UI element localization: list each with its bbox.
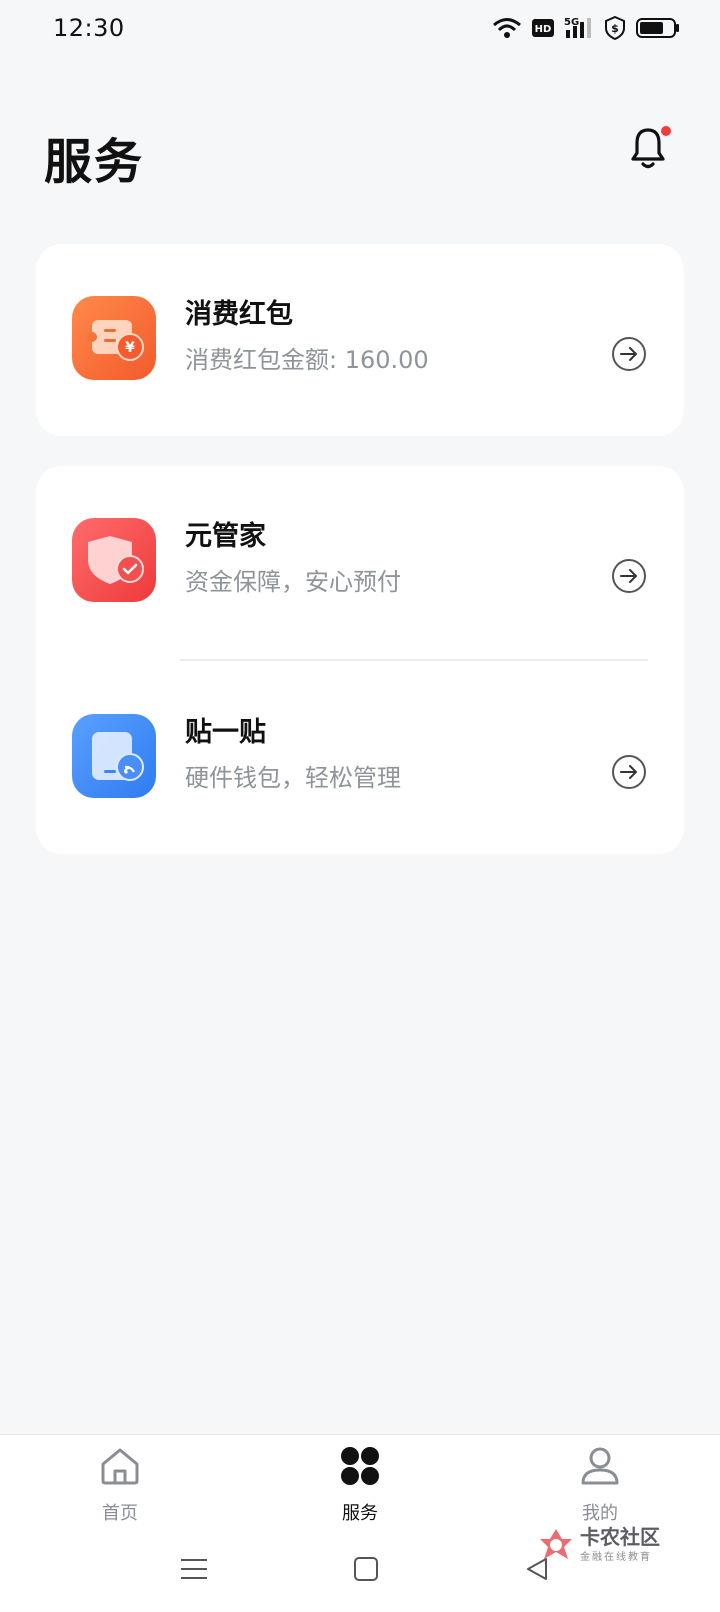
svg-text:$: $	[611, 22, 619, 35]
nfc-card-icon	[72, 714, 156, 798]
tap-subtitle: 硬件钱包，轻松管理	[185, 764, 401, 792]
status-time: 12:30	[53, 14, 125, 42]
watermark-subtitle: 金融在线教育	[580, 1552, 652, 1563]
menu-icon	[181, 1559, 207, 1579]
tap-title: 贴一贴	[185, 717, 266, 748]
steward-title: 元管家	[185, 521, 266, 552]
consumption-arrow-button[interactable]	[612, 337, 646, 371]
home-system-button[interactable]	[353, 1556, 379, 1586]
home-icon	[101, 1448, 139, 1485]
watermark-logo-icon	[540, 1528, 572, 1559]
user-icon	[581, 1447, 619, 1485]
red-envelope-icon: ¥	[72, 296, 156, 380]
consumption-card: ¥ 消费红包 消费红包金额: 160.00	[36, 244, 684, 436]
battery-icon	[636, 18, 679, 38]
consumption-title: 消费红包	[185, 299, 293, 330]
services-card: 元管家 资金保障，安心预付 贴一贴 硬件钱包，轻松管理	[36, 466, 684, 854]
watermark-title: 卡农社区	[580, 1525, 660, 1549]
steward-item[interactable]: 元管家 资金保障，安心预付	[36, 496, 684, 626]
nav-services-label: 服务	[342, 1503, 378, 1524]
hd-label: HD	[535, 24, 552, 35]
nav-mine[interactable]: 我的	[540, 1445, 660, 1525]
divider	[180, 659, 648, 661]
steward-arrow-button[interactable]	[612, 559, 646, 593]
hd-icon: HD	[532, 19, 554, 37]
nav-services[interactable]: 服务	[300, 1445, 420, 1525]
yen-badge: ¥	[125, 340, 135, 356]
status-bar: 12:30 HD 5G $	[0, 0, 720, 64]
watermark: 卡农社区 金融在线教育	[538, 1526, 660, 1563]
nav-home[interactable]: 首页	[60, 1445, 180, 1525]
notification-button[interactable]	[629, 124, 671, 170]
arrow-right-icon	[620, 569, 637, 583]
square-icon	[354, 1557, 378, 1581]
steward-subtitle: 资金保障，安心预付	[185, 568, 401, 596]
wifi-icon	[493, 18, 521, 38]
notification-dot	[661, 126, 671, 136]
page-title: 服务	[44, 134, 145, 190]
shield-check-icon	[72, 518, 156, 602]
arrow-right-icon	[620, 765, 637, 779]
signal-5g-icon: 5G	[564, 17, 591, 38]
status-icons: HD 5G $	[492, 16, 680, 40]
consumption-subtitle: 消费红包金额: 160.00	[185, 346, 429, 374]
shield-dollar-icon: $	[605, 16, 625, 40]
consumption-item[interactable]: ¥ 消费红包 消费红包金额: 160.00	[36, 274, 684, 404]
nav-mine-label: 我的	[582, 1503, 618, 1524]
nav-home-label: 首页	[102, 1503, 138, 1524]
tap-arrow-button[interactable]	[612, 755, 646, 789]
tap-item[interactable]: 贴一贴 硬件钱包，轻松管理	[36, 692, 684, 822]
grid-icon	[341, 1447, 379, 1485]
arrow-right-icon	[620, 347, 637, 361]
menu-button[interactable]	[181, 1556, 207, 1586]
